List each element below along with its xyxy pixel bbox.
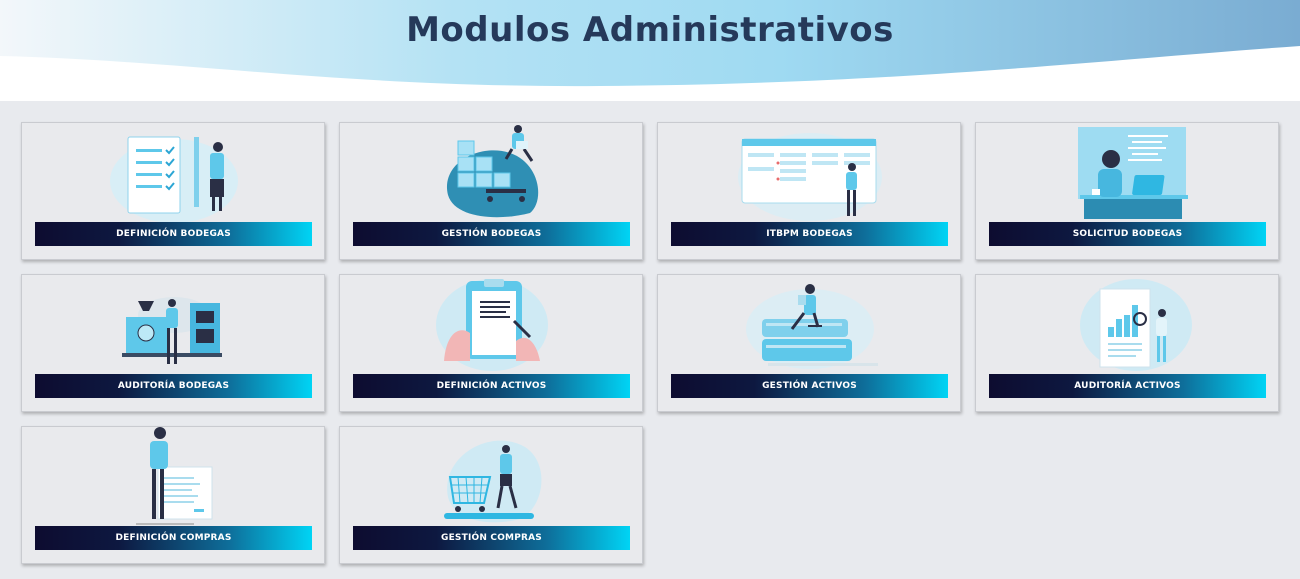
- module-label-bar[interactable]: ITBPM BODEGAS: [671, 222, 948, 246]
- module-card-itbpm-bodegas[interactable]: ITBPM BODEGAS: [657, 122, 961, 260]
- module-label: AUDITORÍA ACTIVOS: [1074, 381, 1181, 391]
- module-card-auditoria-activos[interactable]: AUDITORÍA ACTIVOS: [975, 274, 1279, 412]
- module-label-bar[interactable]: DEFINICIÓN ACTIVOS: [353, 374, 630, 398]
- module-card-definicion-bodegas[interactable]: DEFINICIÓN BODEGAS: [21, 122, 325, 260]
- module-label: GESTIÓN BODEGAS: [441, 229, 542, 239]
- factory-illustration-icon: [122, 297, 222, 364]
- module-label-bar[interactable]: GESTIÓN ACTIVOS: [671, 374, 948, 398]
- modules-grid: DEFINICIÓN BODEGAS GESTIÓN BODEGAS ITBPM…: [0, 0, 1300, 579]
- module-label: AUDITORÍA BODEGAS: [117, 381, 230, 391]
- module-label: DEFINICIÓN COMPRAS: [115, 533, 232, 543]
- module-label: GESTIÓN COMPRAS: [440, 533, 542, 543]
- books-reader-illustration-icon: [746, 284, 878, 369]
- shopping-cart-illustration-icon: [444, 440, 542, 523]
- checklist-illustration-icon: [110, 136, 238, 223]
- module-label: SOLICITUD BODEGAS: [1072, 229, 1183, 239]
- boxes-illustration-icon: [446, 125, 539, 218]
- kanban-board-illustration-icon: [738, 133, 882, 221]
- module-label: ITBPM BODEGAS: [766, 229, 853, 239]
- module-card-definicion-compras[interactable]: DEFINICIÓN COMPRAS: [21, 426, 325, 564]
- module-card-definicion-activos[interactable]: DEFINICIÓN ACTIVOS: [339, 274, 643, 412]
- module-label-bar[interactable]: SOLICITUD BODEGAS: [989, 222, 1266, 246]
- module-label-bar[interactable]: AUDITORÍA ACTIVOS: [989, 374, 1266, 398]
- module-card-gestion-activos[interactable]: GESTIÓN ACTIVOS: [657, 274, 961, 412]
- clipboard-illustration-icon: [436, 279, 548, 371]
- module-label-bar[interactable]: AUDITORÍA BODEGAS: [35, 374, 312, 398]
- module-label-bar[interactable]: DEFINICIÓN BODEGAS: [35, 222, 312, 246]
- module-card-gestion-compras[interactable]: GESTIÓN COMPRAS: [339, 426, 643, 564]
- module-label-bar[interactable]: DEFINICIÓN COMPRAS: [35, 526, 312, 550]
- module-label-bar[interactable]: GESTIÓN BODEGAS: [353, 222, 630, 246]
- module-card-gestion-bodegas[interactable]: GESTIÓN BODEGAS: [339, 122, 643, 260]
- module-label: DEFINICIÓN ACTIVOS: [436, 381, 547, 391]
- document-magnifier-illustration-icon: [1080, 279, 1192, 371]
- module-card-auditoria-bodegas[interactable]: AUDITORÍA BODEGAS: [21, 274, 325, 412]
- presentation-board-illustration-icon: [136, 427, 213, 525]
- module-label-bar[interactable]: GESTIÓN COMPRAS: [353, 526, 630, 550]
- module-label: DEFINICIÓN BODEGAS: [116, 229, 231, 239]
- module-card-solicitud-bodegas[interactable]: SOLICITUD BODEGAS: [975, 122, 1279, 260]
- module-label: GESTIÓN ACTIVOS: [762, 381, 857, 391]
- desk-computer-illustration-icon: [1078, 127, 1188, 219]
